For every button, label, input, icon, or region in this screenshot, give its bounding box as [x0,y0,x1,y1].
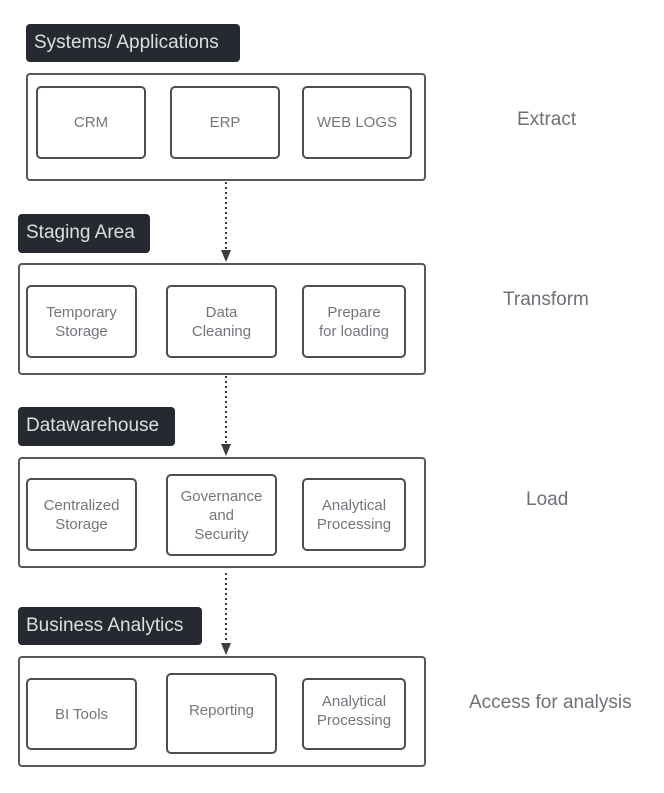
layer-header-datawarehouse: Datawarehouse [18,407,175,446]
layer-header-staging: Staging Area [18,214,150,253]
item-data-cleaning: Data Cleaning [166,285,277,358]
arrow-staging-to-warehouse [221,376,231,456]
item-temporary-storage: Temporary Storage [26,285,137,358]
arrow-extract-to-staging [221,182,231,262]
item-erp: ERP [170,86,280,159]
stage-label-access-for-analysis: Access for analysis [469,692,632,713]
item-bi-tools: BI Tools [26,678,137,750]
item-analytical-processing-2: Analytical Processing [302,678,406,750]
stage-label-load: Load [526,489,569,510]
item-crm: CRM [36,86,146,159]
stage-label-extract: Extract [517,109,577,130]
item-web-logs: WEB LOGS [302,86,412,159]
item-analytical-processing: Analytical Processing [302,478,406,551]
stage-label-transform: Transform [503,289,589,310]
layer-header-systems: Systems/ Applications [26,24,240,62]
item-centralized-storage: Centralized Storage [26,478,137,551]
item-prepare-for-loading: Prepare for loading [302,285,406,358]
item-reporting: Reporting [166,673,277,754]
arrow-warehouse-to-analytics [221,573,231,655]
layer-header-business-analytics: Business Analytics [18,607,202,645]
item-governance-security: Governance and Security [166,474,277,556]
